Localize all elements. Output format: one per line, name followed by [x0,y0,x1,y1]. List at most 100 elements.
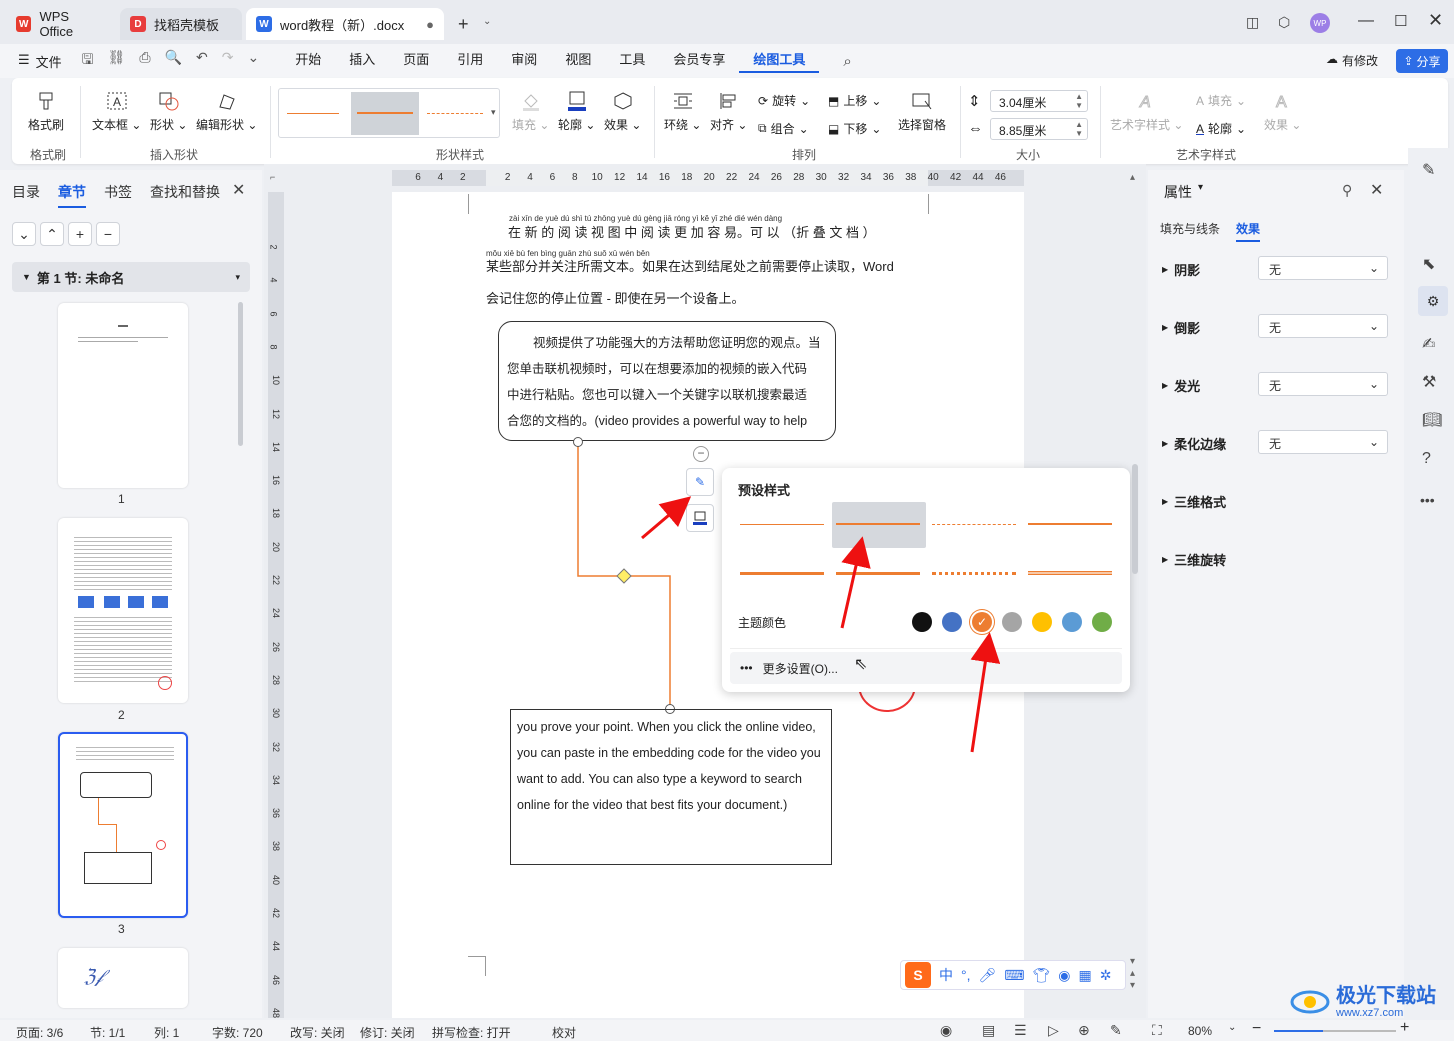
preset-selected[interactable] [832,502,926,548]
menu-drawing-tools[interactable]: 绘图工具 [739,49,820,73]
close-pane-icon[interactable]: ✕ [232,180,245,200]
textbox-button[interactable]: A 文本框 ⌄ [92,90,141,133]
page-thumbnail-4[interactable]: ℨ𝒻 [58,948,188,1008]
fit-icon[interactable]: ⛶ [1152,1022,1162,1039]
menu-page[interactable]: 页面 [389,49,443,73]
collapse-down-button[interactable]: ⌄ [12,222,36,246]
format-painter-button[interactable]: 格式刷 [28,90,64,133]
rect-textbox[interactable]: you prove your point. When you click the… [510,709,832,865]
tab-word-doc[interactable]: W word教程（新）.docx ● [246,8,444,40]
scroll-up-icon[interactable]: ▴ [1130,172,1135,183]
preset-thin-solid[interactable] [740,524,824,525]
grid-icon[interactable]: ▦ [1079,967,1092,984]
page-thumbnail-3[interactable] [58,732,188,918]
search-icon[interactable]: ⌕ [843,53,851,70]
help-icon[interactable]: ? [1422,450,1431,468]
layout-icon[interactable]: ◫ [1246,14,1259,31]
status-proof[interactable]: 校对 [552,1024,576,1041]
select-pane-button[interactable]: 选择窗格 [898,90,946,133]
status-spell[interactable]: 拼写检查: 打开 [432,1024,511,1041]
menu-tools[interactable]: 工具 [605,49,659,73]
page-view-icon[interactable]: ▤ [982,1022,995,1039]
preset-thick-solid-2[interactable] [836,572,920,575]
tab-fill-line[interactable]: 填充与线条 [1160,220,1220,237]
page-thumbnail-1[interactable] [58,303,188,488]
move-down-button[interactable]: ⬓ 下移 ⌄ [828,120,881,137]
soft-edge-row[interactable]: ▶ 柔化边缘 [1162,434,1226,453]
zoom-slider[interactable] [1274,1030,1396,1032]
menu-reference[interactable]: 引用 [443,49,497,73]
tab-chapters[interactable]: 章节 [58,182,86,208]
play-icon[interactable]: ▷ [1048,1022,1059,1039]
more-chevron-icon[interactable]: ⌄ [248,49,260,73]
art-effect-button[interactable]: A 效果 ⌄ [1264,90,1301,133]
tab-wps-office[interactable]: W WPS Office [6,8,114,40]
color-swatch-5[interactable] [1062,612,1082,632]
menu-start[interactable]: 开始 [281,49,335,73]
status-page[interactable]: 页面: 3/6 [16,1024,63,1041]
tab-bookmarks[interactable]: 书签 [104,182,132,202]
chevron-down-icon[interactable]: ⌄ [1228,1022,1236,1033]
mic-icon[interactable]: 🎤︎ [979,967,997,984]
tab-daoke[interactable]: D 找稻壳模板 [120,8,242,40]
color-swatch-6[interactable] [1092,612,1112,632]
tab-effects[interactable]: 效果 [1236,220,1261,242]
art-fill-button[interactable]: A 填充 ⌄ [1196,92,1246,109]
glow-row[interactable]: ▶ 发光 [1162,376,1200,395]
close-icon[interactable]: ✕ [1428,10,1443,31]
status-section[interactable]: 节: 1/1 [90,1024,125,1041]
reflection-select[interactable]: 无 ⌄ [1258,314,1388,338]
page-nav-icon[interactable]: ▾ ▴ ▾ [1130,956,1135,992]
collapse-up-button[interactable]: ⌃ [40,222,64,246]
glow-select[interactable]: 无 ⌄ [1258,372,1388,396]
scrollbar-thumb[interactable] [238,302,243,446]
file-menu[interactable]: ☰ 文件 [0,52,62,71]
link-icon[interactable]: ⛓ [108,49,126,73]
align-button[interactable]: 对齐 ⌄ [710,90,747,133]
wrap-button[interactable]: 环绕 ⌄ [664,90,701,133]
tab-find-replace[interactable]: 查找和替换 [150,182,220,202]
menu-view[interactable]: 视图 [551,49,605,73]
punct-icon[interactable]: °, [961,967,971,983]
color-swatch-1[interactable] [942,612,962,632]
new-tab-icon[interactable]: + [458,14,469,35]
preset-double[interactable] [1028,571,1112,575]
avatar[interactable]: WP [1310,13,1330,33]
reflection-row[interactable]: ▶ 倒影 [1162,318,1200,337]
print-icon[interactable]: ⎙ [139,49,150,73]
zoom-in-icon[interactable]: + [1400,1019,1409,1037]
outline-button[interactable]: 轮廓 ⌄ [558,90,595,133]
art-style-button[interactable]: A 艺术字样式 ⌄ [1110,90,1183,133]
status-rewrite[interactable]: 改写: 关闭 [290,1024,345,1041]
tab-toc[interactable]: 目录 [12,182,40,202]
horizontal-ruler[interactable]: 6 4 2 2 4 6 8 10 12 14 16 18 20 22 24 26 28 30 32 34 36 38 40 4… [392,170,1024,186]
spinner-icon[interactable]: ▲ ▼ [1075,92,1083,110]
color-swatch-0[interactable] [912,612,932,632]
ai-write-icon[interactable]: ✍ [1422,334,1435,354]
game-icon[interactable]: ◉ [1058,967,1070,984]
remove-section-button[interactable]: − [96,222,120,246]
edit-shape-button[interactable]: 编辑形状 ⌄ [196,90,257,133]
pen-icon[interactable]: ✎ [1110,1022,1122,1039]
color-swatch-3[interactable] [1002,612,1022,632]
3d-format-row[interactable]: ▶ 三维格式 [1162,492,1226,511]
tools-icon[interactable]: ⚒ [1422,372,1436,392]
shadow-row[interactable]: ▶ 阴影 [1162,260,1200,279]
keyboard-icon[interactable]: ⌨ [1004,967,1024,984]
skin-icon[interactable]: 👕︎ [1033,967,1051,984]
cube-icon[interactable]: ⬡ [1278,14,1290,31]
style-brush-button[interactable]: ✎ [686,468,714,496]
undo-icon[interactable]: ↶ [196,49,208,73]
eye-icon[interactable]: ◉ [940,1022,952,1039]
outline-view-icon[interactable]: ☰ [1014,1022,1027,1039]
unsaved-dot-icon[interactable]: ● [426,17,434,32]
zoom-out-icon[interactable]: − [1252,1020,1261,1038]
shape-button[interactable]: 形状 ⌄ [150,90,187,133]
property-title[interactable]: 属性 ▾ [1164,182,1203,202]
section-header[interactable]: ▼ 第 1 节: 未命名 ▾ [12,262,250,292]
vertical-ruler[interactable]: 2 4 6 8 10 12 14 16 18 20 22 24 26 28 30 32 34 36 38 40 42 44… [268,192,284,1018]
move-up-button[interactable]: ⬒ 上移 ⌄ [828,92,881,109]
properties-icon[interactable]: ⚙ [1418,286,1448,316]
outline-quick-button[interactable] [686,504,714,532]
style-dashed-line[interactable] [427,113,483,114]
